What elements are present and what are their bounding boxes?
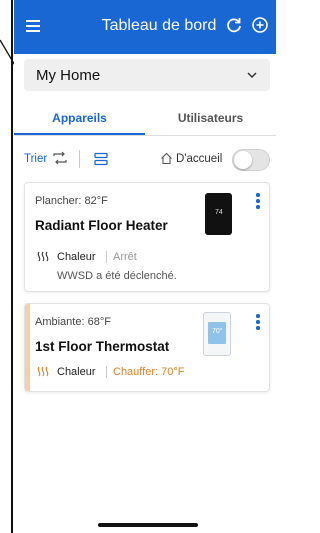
add-circle-icon[interactable] (251, 16, 269, 34)
heat-icon (37, 366, 49, 377)
tab-bar: Appareils Utilisateurs (14, 105, 276, 135)
toggle-knob (234, 151, 252, 169)
thermostat-screen: 70° (208, 322, 226, 344)
home-indicator[interactable] (98, 523, 198, 527)
device-note: WWSD a été déclenché. (57, 270, 177, 282)
device-state: Chauffer: 70°F (113, 366, 185, 378)
app-screen: Tableau de bord My Home Appareils Utilis… (14, 0, 276, 533)
mode-divider (106, 251, 107, 263)
device-thermostat-image: 74 (205, 193, 232, 235)
device-sensor-reading: Plancher: 82°F (35, 195, 108, 207)
divider (14, 135, 276, 136)
home-icon (161, 152, 172, 165)
sort-button[interactable]: Trier (24, 153, 47, 165)
more-options-icon[interactable] (255, 193, 261, 211)
home-filter-label: D'accueil (176, 153, 223, 165)
device-card[interactable]: Plancher: 82°F Radiant Floor Heater 74 C… (24, 182, 270, 292)
device-state: Arrêt (113, 251, 137, 263)
home-filter-toggle[interactable] (232, 149, 270, 171)
list-view-icon[interactable] (94, 152, 108, 166)
home-selector-value: My Home (36, 66, 101, 84)
heat-icon (37, 251, 49, 262)
tab-utilisateurs[interactable]: Utilisateurs (145, 105, 276, 135)
device-name: Radiant Floor Heater (35, 218, 168, 233)
tab-appareils[interactable]: Appareils (14, 105, 145, 135)
sort-icon[interactable] (52, 151, 68, 165)
app-header: Tableau de bord (14, 0, 276, 54)
card-accent (25, 304, 30, 391)
device-name: 1st Floor Thermostat (35, 339, 170, 354)
toolbar-divider (79, 150, 80, 168)
device-sensor-reading: Ambiante: 68°F (35, 316, 111, 328)
device-card[interactable]: Ambiante: 68°F 1st Floor Thermostat 70° … (24, 303, 270, 392)
device-mode: Chaleur (57, 366, 96, 378)
chevron-down-icon (247, 72, 257, 79)
home-selector[interactable]: My Home (24, 59, 270, 91)
list-toolbar: Trier D'accueil (14, 146, 276, 172)
more-options-icon[interactable] (255, 314, 261, 332)
device-display-value: 70° (212, 328, 223, 335)
mode-divider (106, 366, 107, 378)
device-mode: Chaleur (57, 251, 96, 263)
device-thermostat-image: 70° (203, 312, 231, 356)
refresh-icon[interactable] (225, 16, 243, 34)
device-display-value: 74 (215, 209, 223, 216)
